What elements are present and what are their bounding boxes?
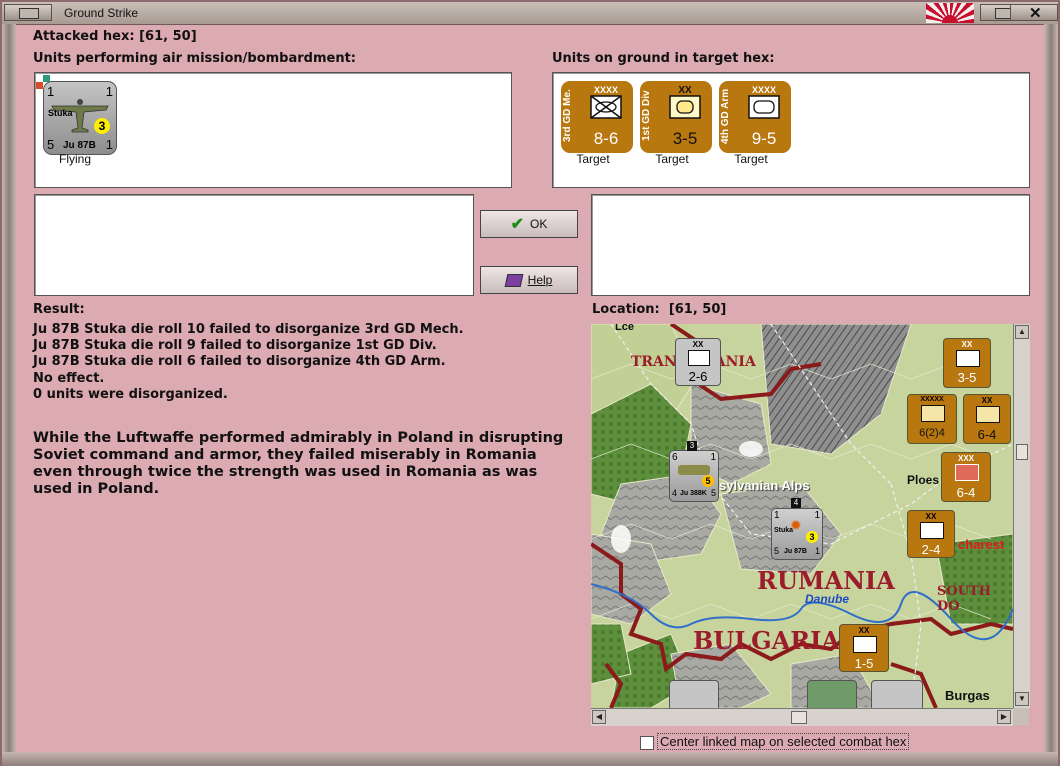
air-units-panel: 1 1 Stuka 3 5 Ju 87B 1 Flying [34, 72, 512, 188]
location-value: [61, 50] [668, 302, 727, 317]
scroll-right-button[interactable]: ▶ [997, 710, 1011, 724]
map-label-rumania: RUMANIA [757, 566, 895, 595]
ground-unit-3rd-gd-mech[interactable]: 3rd GD Me. XXXX 8-6 [561, 81, 633, 153]
result-label: Result: [33, 302, 85, 317]
map-vertical-scrollbar[interactable]: ▲ ▼ [1013, 324, 1030, 708]
attacked-hex-value: [61, 50] [139, 29, 197, 44]
infantry-symbol-icon [669, 95, 701, 119]
map-counter[interactable]: XX 6-4 [963, 394, 1011, 444]
map-label-bucharest: charest [958, 537, 1005, 552]
location-label: Location: [61, 50] [592, 302, 727, 317]
map-counter[interactable]: XX 2-6 [675, 338, 721, 386]
close-icon: ✕ [1029, 5, 1042, 22]
ground-unit-name: 3rd GD Me. [562, 89, 573, 143]
help-button[interactable]: Help [480, 266, 578, 294]
ground-units-panel: 3rd GD Me. XXXX 8-6 Target 1st GD Div XX… [552, 72, 1030, 188]
map-counter[interactable]: XX 3-5 [943, 338, 991, 388]
ground-units-label: Units on ground in target hex: [552, 51, 775, 66]
air-unit-top-right: 1 [105, 84, 113, 99]
air-detail-panel [34, 194, 474, 296]
air-unit-status: Flying [58, 152, 91, 166]
air-unit-name: Stuka [48, 108, 73, 118]
result-narrative: While the Luftwaffe performed admirably … [33, 430, 564, 497]
map-label-south-do: SOUTH DO [937, 584, 992, 614]
minimize-button[interactable] [4, 4, 52, 21]
air-unit-type: Ju 87B [63, 140, 96, 151]
center-map-checkbox-label[interactable]: Center linked map on selected combat hex [657, 733, 910, 750]
left-frame [2, 24, 16, 752]
mission-marker-icon [36, 82, 43, 89]
ground-unit-name: 4th GD Arm [720, 88, 731, 144]
map-counter-partial[interactable] [807, 680, 857, 708]
map-counter[interactable]: XXX 6-4 [941, 452, 991, 502]
stack-count-badge: 4 [791, 498, 801, 508]
map-label-danube: Danube [805, 592, 850, 606]
title-bar: Ground Strike ✕ [2, 2, 1058, 25]
air-unit-bottom-right: 1 [105, 137, 113, 152]
map-counter-partial[interactable] [669, 680, 719, 708]
center-map-checkbox[interactable] [640, 736, 654, 750]
ground-strike-dialog: Ground Strike ✕ Attacked hex: [61, 50] U… [0, 0, 1060, 766]
ground-unit-size: XXXX [751, 85, 776, 95]
result-line: Ju 87B Stuka die roll 9 failed to disorg… [33, 338, 437, 354]
map-label-burgas: Burgas [945, 688, 990, 703]
linked-map[interactable]: TRANSYLVANIA sylvanian Alps RUMANIA BULG… [591, 324, 1013, 708]
ground-unit-1st-gd-div[interactable]: 1st GD Div XX 3-5 [640, 81, 712, 153]
ground-unit-strength: 9-5 [751, 129, 777, 148]
window-title: Ground Strike [64, 6, 139, 20]
map-horizontal-scrollbar[interactable]: ◀ ▶ [591, 708, 1013, 726]
attacked-hex-label: Attacked hex: [61, 50] [33, 29, 197, 44]
rising-sun-flag-icon [926, 3, 974, 23]
ground-unit-strength: 3-5 [672, 129, 698, 148]
air-unit-stuka[interactable]: 1 1 Stuka 3 5 Ju 87B 1 [43, 81, 117, 155]
checkmark-icon: ✔ [510, 216, 525, 233]
armor-symbol-icon [748, 95, 780, 119]
close-button[interactable]: ✕ [1010, 4, 1058, 22]
ground-unit-strength: 8-6 [593, 129, 619, 148]
scroll-left-button[interactable]: ◀ [592, 710, 606, 724]
map-counter[interactable]: XX 1-5 [839, 624, 889, 672]
result-line: 0 units were disorganized. [33, 386, 228, 402]
map-counter[interactable]: XX 2-4 [907, 510, 955, 558]
result-lines: Ju 87B Stuka die roll 10 failed to disor… [33, 322, 464, 403]
ok-button[interactable]: ✔ OK [480, 210, 578, 238]
help-button-label: Help [527, 273, 553, 287]
map-counter[interactable]: XXXXX 6(2)4 [907, 394, 957, 444]
ground-unit-status: Target [655, 152, 689, 166]
ok-button-label: OK [530, 217, 548, 231]
bottom-frame [2, 752, 1058, 766]
map-air-counter-stuka[interactable]: 1 1 ✹ Stuka 3 5 Ju 87B 1 [771, 508, 823, 560]
right-frame [1044, 24, 1058, 752]
scroll-corner [1013, 708, 1029, 725]
ground-detail-panel [591, 194, 1030, 296]
ground-unit-status: Target [576, 152, 610, 166]
ground-unit-4th-gd-arm[interactable]: 4th GD Arm XXXX 9-5 [719, 81, 791, 153]
map-counter-partial[interactable] [871, 680, 923, 708]
vertical-scroll-thumb[interactable] [1016, 444, 1028, 460]
help-book-icon [504, 273, 524, 287]
result-line: No effect. [33, 370, 105, 386]
ground-unit-size: XXXX [593, 85, 618, 95]
result-line: Ju 87B Stuka die roll 10 failed to disor… [33, 322, 464, 337]
map-air-counter-ju388k[interactable]: 6 1 5 4 Ju 388K 5 [669, 450, 719, 502]
air-unit-badge: 3 [94, 118, 110, 134]
horizontal-scroll-thumb[interactable] [791, 711, 807, 724]
map-label-ploesti: Ploes [907, 473, 940, 487]
map-label-lvov: Lce [615, 324, 634, 333]
map-label-alps: sylvanian Alps [719, 478, 810, 493]
stack-count-badge: 3 [687, 441, 697, 451]
scroll-down-button[interactable]: ▼ [1015, 692, 1029, 706]
scroll-up-button[interactable]: ▲ [1015, 325, 1029, 339]
air-units-label: Units performing air mission/bombardment… [33, 51, 357, 66]
ground-unit-name: 1st GD Div [641, 90, 652, 142]
air-unit-bottom-left: 5 [47, 137, 55, 152]
air-unit-top-left: 1 [47, 84, 55, 99]
mech-symbol-icon [590, 95, 622, 119]
ground-unit-status: Target [734, 152, 768, 166]
map-label-bulgaria: BULGARIA [693, 626, 840, 655]
result-line: Ju 87B Stuka die roll 6 failed to disorg… [33, 354, 446, 370]
